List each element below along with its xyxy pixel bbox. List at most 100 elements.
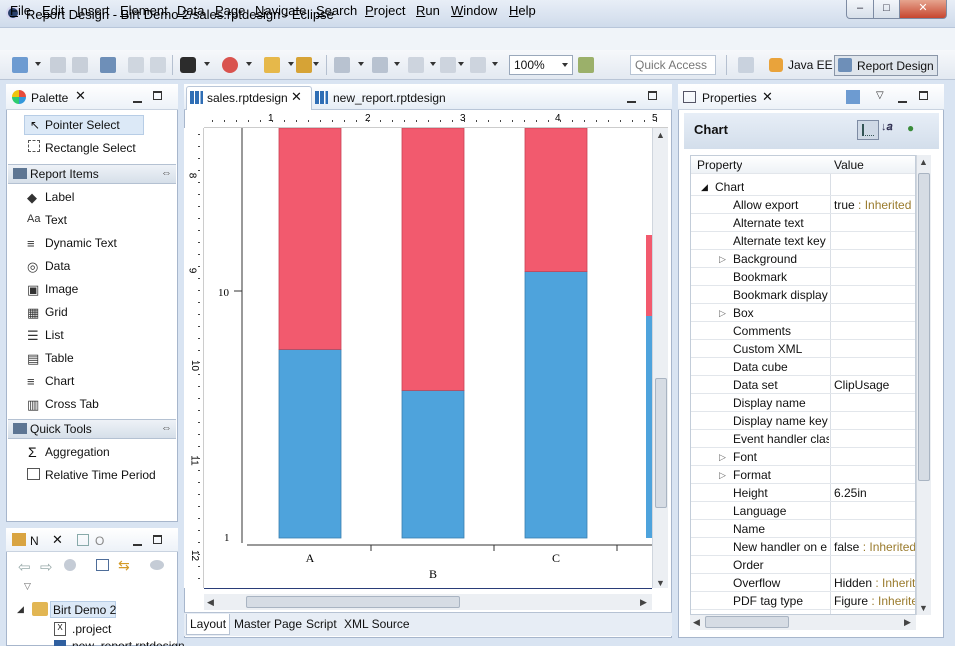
next-annotation-dropdown-arrow[interactable]	[394, 62, 400, 66]
up-icon[interactable]	[64, 559, 76, 571]
scroll-right-arrow-icon[interactable]: ▶	[640, 597, 647, 608]
save-all-icon[interactable]	[72, 57, 88, 73]
property-row[interactable]: Comments	[691, 322, 915, 340]
quick-tools-section[interactable]: Quick Tools	[8, 419, 176, 439]
maximize-button[interactable]: □	[873, 0, 900, 19]
scroll-right-arrow-icon[interactable]: ▶	[904, 617, 911, 628]
property-value[interactable]: Hidden : Inherit	[834, 576, 915, 590]
properties-vscroll-thumb[interactable]	[918, 173, 930, 481]
maximize-icon[interactable]	[919, 91, 928, 100]
palette-tab[interactable]: Palette	[31, 91, 68, 105]
scroll-left-arrow-icon[interactable]: ◀	[207, 597, 214, 608]
quick-tool-relative-time-period[interactable]: Relative Time Period	[45, 468, 156, 482]
property-row[interactable]: Language	[691, 502, 915, 520]
property-value[interactable]: Figure : Inherite	[834, 594, 915, 608]
bar-top-segment[interactable]	[401, 128, 465, 391]
property-row[interactable]: ▷ Background	[691, 250, 915, 268]
preview-icon[interactable]	[100, 57, 116, 73]
menu-project[interactable]: Project	[365, 3, 405, 18]
stacked-bar-chart[interactable]: 10 1 A B C	[204, 128, 652, 588]
file-project[interactable]: .project	[72, 622, 111, 636]
group-row[interactable]: ◢ Chart	[691, 178, 915, 196]
group-expanded-icon[interactable]: ◢	[701, 182, 708, 193]
menu-run[interactable]: Run	[416, 3, 440, 18]
property-value[interactable]: false : Inherited	[834, 540, 915, 554]
properties-tab[interactable]: Properties	[702, 91, 757, 105]
wand-dropdown-arrow[interactable]	[313, 62, 319, 66]
tab-master-page[interactable]: Master Page	[231, 614, 305, 635]
property-value[interactable]: ClipUsage	[834, 378, 915, 392]
column-header-property[interactable]: Property	[697, 158, 742, 172]
pointer-select-tool[interactable]: Pointer Select	[45, 118, 120, 132]
tab-script[interactable]: Script	[303, 614, 340, 635]
expand-arrow-icon[interactable]: ◢	[17, 604, 24, 615]
property-row[interactable]: Alternate text	[691, 214, 915, 232]
menu-insert[interactable]: Insert	[77, 3, 110, 18]
property-row[interactable]: Bookmark	[691, 268, 915, 286]
minimize-button[interactable]: –	[846, 0, 874, 19]
property-row[interactable]: Overflow Hidden : Inherit	[691, 574, 915, 592]
report-item-chart[interactable]: Chart	[45, 374, 74, 388]
property-row[interactable]: Display name key	[691, 412, 915, 430]
property-row[interactable]: PDF tag type Figure : Inherite	[691, 592, 915, 610]
tab-sales-rptdesign[interactable]: sales.rptdesign	[207, 91, 288, 105]
property-row[interactable]: ▷ Font	[691, 448, 915, 466]
minimize-icon[interactable]	[627, 94, 636, 103]
bar-bottom-segment[interactable]	[401, 389, 465, 539]
wand-icon[interactable]	[296, 57, 312, 73]
menu-data[interactable]: Data	[177, 3, 204, 18]
property-row[interactable]: Data cube	[691, 358, 915, 376]
bar-top-segment[interactable]	[524, 128, 588, 272]
property-value[interactable]: true : Inherited	[834, 198, 915, 212]
file-new-report[interactable]: new_report.rptdesign	[72, 639, 185, 646]
property-row[interactable]: New handler on e false : Inherited	[691, 538, 915, 556]
menu-navigate[interactable]: Navigate	[255, 3, 306, 18]
quick-tool-aggregation[interactable]: Aggregation	[45, 445, 110, 459]
report-items-section[interactable]: Report Items	[8, 164, 176, 184]
debug-dropdown-arrow[interactable]	[246, 62, 252, 66]
new-dropdown-arrow[interactable]	[35, 62, 41, 66]
annotation-dropdown-arrow[interactable]	[358, 62, 364, 66]
property-row[interactable]: Data set ClipUsage	[691, 376, 915, 394]
tab-layout[interactable]: Layout	[186, 614, 231, 635]
back-history-dropdown-arrow[interactable]	[458, 62, 464, 66]
menu-search[interactable]: Search	[316, 3, 357, 18]
property-row[interactable]: Custom XML	[691, 340, 915, 358]
open-folder-icon[interactable]	[264, 57, 280, 73]
bar-bottom-segment[interactable]	[278, 348, 342, 539]
zoom-fit-icon[interactable]	[578, 57, 594, 73]
run-dropdown-arrow[interactable]	[204, 62, 210, 66]
forward-arrow-icon[interactable]: ⇨	[40, 558, 53, 576]
report-item-label[interactable]: Label	[45, 190, 74, 204]
expand-arrow-icon[interactable]: ▷	[719, 452, 726, 463]
minimize-icon[interactable]	[898, 94, 907, 103]
expand-arrow-icon[interactable]: ▷	[719, 254, 726, 265]
report-item-image[interactable]: Image	[45, 282, 78, 296]
minimize-icon[interactable]	[133, 94, 142, 103]
tab-close-icon[interactable]: ✕	[291, 89, 302, 105]
menu-help[interactable]: Help	[509, 3, 536, 18]
property-value[interactable]: 6.25in	[834, 486, 915, 500]
back-icon[interactable]	[408, 57, 424, 73]
new-icon[interactable]	[12, 57, 28, 73]
maximize-icon[interactable]	[648, 91, 657, 100]
scroll-left-arrow-icon[interactable]: ◀	[693, 617, 700, 628]
project-name[interactable]: Birt Demo 2	[53, 603, 116, 617]
report-canvas[interactable]: 10 1 A B C	[204, 128, 652, 588]
navigator-close-icon[interactable]: ✕	[52, 532, 63, 548]
restore-default-icon[interactable]: ●	[907, 121, 914, 135]
collapse-arrows-icon[interactable]: ⇔	[161, 167, 172, 179]
editor-vertical-scrollbar[interactable]	[652, 128, 668, 588]
save-icon[interactable]	[50, 57, 66, 73]
collapse-all-icon[interactable]	[96, 559, 109, 571]
property-row[interactable]: Order	[691, 556, 915, 574]
editor-vscroll-thumb[interactable]	[655, 378, 667, 508]
sort-az-icon[interactable]: ↓𝑎	[881, 121, 892, 134]
bar-bottom-segment[interactable]	[524, 271, 588, 539]
menu-window[interactable]: Window	[451, 3, 497, 18]
properties-close-icon[interactable]: ✕	[762, 89, 773, 105]
expand-arrow-icon[interactable]: ▷	[719, 308, 726, 319]
annotation-icon[interactable]	[334, 57, 350, 73]
menu-edit[interactable]: Edit	[42, 3, 64, 18]
undo-icon[interactable]	[128, 57, 144, 73]
